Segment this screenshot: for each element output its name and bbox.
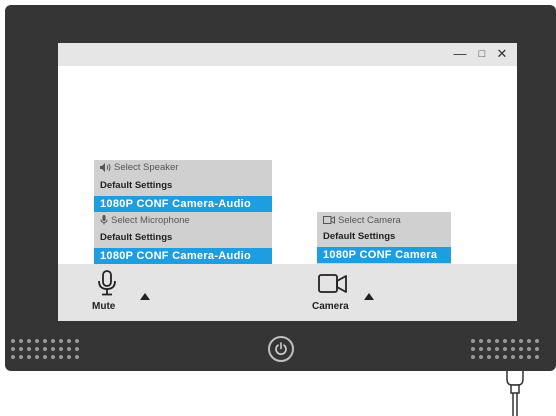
grille-dot (527, 355, 531, 359)
grille-dot (19, 339, 23, 343)
grille-dot (19, 347, 23, 351)
grille-dot (471, 339, 475, 343)
grille-dot (35, 355, 39, 359)
caret-up-icon[interactable] (364, 293, 374, 300)
grille-dot (495, 355, 499, 359)
grille-dot (11, 347, 15, 351)
speaker-option-default[interactable]: Default Settings (94, 178, 272, 194)
grille-dot (35, 347, 39, 351)
maximize-button[interactable]: □ (474, 45, 490, 63)
grille-dot (75, 347, 79, 351)
grille-dot (487, 355, 491, 359)
grille-dot (495, 339, 499, 343)
grille-dot (67, 339, 71, 343)
grille-dot (511, 355, 515, 359)
mute-label: Mute (92, 301, 116, 312)
caret-up-icon[interactable] (140, 293, 150, 300)
grille-dot (527, 339, 531, 343)
close-button[interactable]: ✕ (494, 45, 510, 63)
mute-button[interactable]: Mute (90, 268, 124, 312)
grille-dot (535, 347, 539, 351)
grille-dot (75, 355, 79, 359)
grille-dot (59, 339, 63, 343)
speaker-grille-left (11, 339, 81, 361)
camera-button[interactable]: Camera (310, 268, 354, 312)
grille-dot (487, 347, 491, 351)
audio-device-menu: Select Speaker Default Settings 1080P CO… (94, 160, 272, 264)
speaker-grille-right (471, 339, 541, 361)
camera-icon (323, 216, 335, 225)
grille-dot (43, 339, 47, 343)
grille-dot (519, 355, 523, 359)
grille-dot (511, 347, 515, 351)
microphone-option-selected[interactable]: 1080P CONF Camera-Audio (94, 248, 272, 264)
grille-dot (503, 355, 507, 359)
grille-dot (11, 355, 15, 359)
microphone-icon (100, 215, 108, 225)
grille-dot (19, 355, 23, 359)
grille-dot (479, 339, 483, 343)
camera-device-menu: Select Camera Default Settings 1080P CON… (317, 212, 451, 264)
grille-dot (471, 347, 475, 351)
speaker-option-selected[interactable]: 1080P CONF Camera-Audio (94, 196, 272, 212)
app-window: — □ ✕ Select Speaker Default Settings 10… (58, 43, 517, 321)
grille-dot (67, 347, 71, 351)
microphone-heading: Select Microphone (94, 213, 190, 229)
grille-dot (519, 339, 523, 343)
control-bar: Mute Camera (58, 264, 517, 321)
camera-option-default[interactable]: Default Settings (317, 229, 451, 245)
grille-dot (51, 339, 55, 343)
power-button[interactable] (268, 336, 294, 362)
grille-dot (43, 355, 47, 359)
grille-dot (27, 339, 31, 343)
grille-dot (67, 355, 71, 359)
grille-dot (519, 347, 523, 351)
grille-dot (511, 339, 515, 343)
power-icon (275, 342, 287, 355)
minimize-button[interactable]: — (452, 45, 468, 63)
camera-heading: Select Camera (317, 213, 401, 229)
microphone-icon (98, 270, 116, 296)
grille-dot (51, 355, 55, 359)
grille-dot (27, 355, 31, 359)
camera-option-selected[interactable]: 1080P CONF Camera (317, 247, 451, 263)
grille-dot (503, 347, 507, 351)
monitor-bezel (5, 332, 556, 371)
title-bar: — □ ✕ (58, 43, 517, 66)
grille-dot (503, 339, 507, 343)
grille-dot (59, 355, 63, 359)
video-camera-icon (318, 274, 347, 293)
camera-label: Camera (312, 301, 349, 312)
microphone-option-default[interactable]: Default Settings (94, 230, 272, 246)
grille-dot (495, 347, 499, 351)
grille-dot (535, 355, 539, 359)
grille-dot (27, 347, 31, 351)
grille-dot (535, 339, 539, 343)
grille-dot (479, 355, 483, 359)
grille-dot (527, 347, 531, 351)
monitor-frame: — □ ✕ Select Speaker Default Settings 10… (5, 5, 556, 371)
grille-dot (487, 339, 491, 343)
grille-dot (11, 339, 15, 343)
speaker-heading: Select Speaker (94, 160, 178, 176)
grille-dot (35, 339, 39, 343)
grille-dot (75, 339, 79, 343)
speaker-icon (100, 162, 111, 172)
grille-dot (479, 347, 483, 351)
monitor-cable (506, 371, 524, 416)
grille-dot (51, 347, 55, 351)
grille-dot (59, 347, 63, 351)
grille-dot (43, 347, 47, 351)
grille-dot (471, 355, 475, 359)
